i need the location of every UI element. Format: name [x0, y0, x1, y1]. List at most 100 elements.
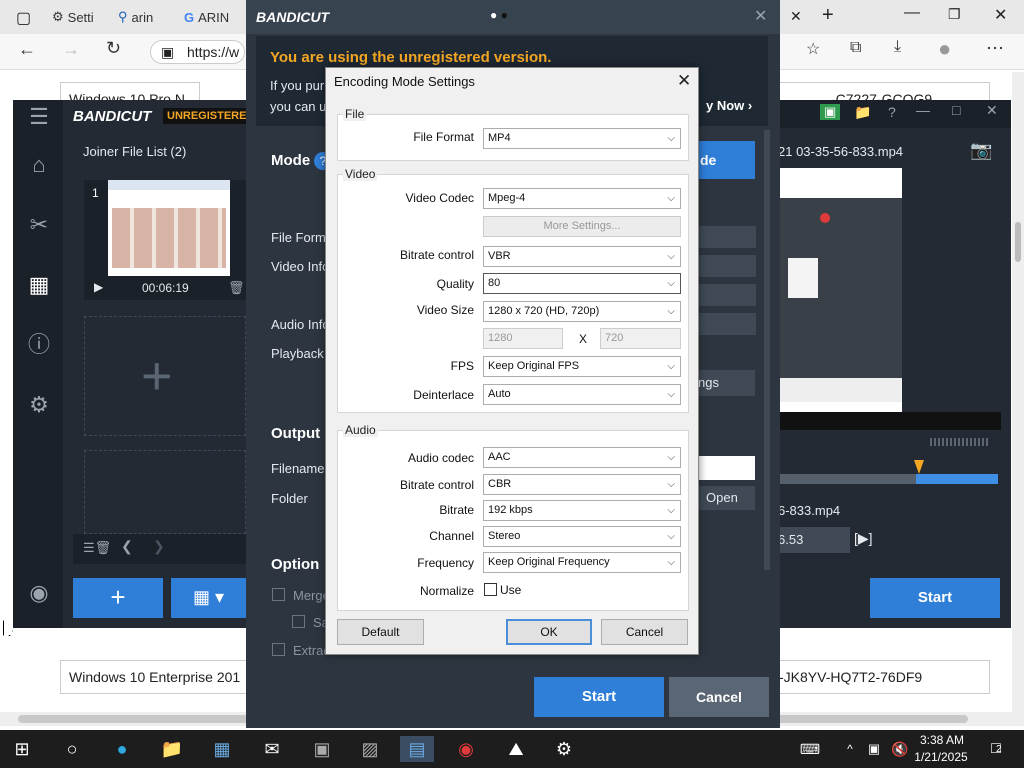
close-icon[interactable]: ✕ — [677, 71, 691, 91]
close-icon[interactable]: ✕ — [986, 102, 998, 119]
close-tab-icon[interactable]: ✕ — [790, 8, 802, 25]
time-field[interactable]: 6.53 — [770, 527, 850, 553]
app-icon[interactable]: ▣ — [308, 736, 336, 762]
ok-button[interactable]: OK — [506, 619, 592, 645]
channel-select[interactable]: Stereo ⌵ — [483, 526, 681, 547]
scrollbar[interactable] — [764, 130, 770, 570]
volume-bar[interactable] — [930, 438, 990, 446]
empty-slot — [84, 450, 246, 534]
start-menu-icon[interactable]: ⊞ — [8, 736, 36, 762]
quality-select[interactable]: 80 ⌵ — [483, 273, 681, 294]
lock-icon[interactable]: ▣ — [820, 104, 841, 120]
audio-codec-select[interactable]: AAC ⌵ — [483, 447, 681, 468]
keyboard-icon[interactable]: ⌨ — [796, 736, 824, 762]
audio-bitrate-control-select[interactable]: CBR ⌵ — [483, 474, 681, 495]
tab-settings[interactable]: ⚙ Setti — [52, 4, 94, 30]
clear-list-icon[interactable]: ☰🗑 — [83, 540, 111, 556]
preview-titlebar: ▣ 📁 ? — □ ✕ — [770, 100, 1011, 128]
trash-icon[interactable]: 🗑 — [228, 280, 245, 296]
favorites-icon[interactable]: ☆ — [806, 39, 820, 59]
fps-select[interactable]: Keep Original FPS ⌵ — [483, 356, 681, 377]
width-input[interactable]: 1280 — [483, 328, 563, 349]
store-icon[interactable]: ▦ — [208, 736, 236, 762]
page-row: Windows 10 Enterprise 201 — [60, 660, 250, 694]
cancel-button[interactable]: Cancel — [669, 677, 769, 717]
downloads-icon[interactable]: ⤓ — [894, 38, 901, 56]
clock-time[interactable]: 3:38 AM — [912, 733, 972, 747]
profile-icon[interactable]: ● — [938, 36, 951, 62]
new-tab-icon[interactable]: + — [822, 4, 834, 27]
menu-icon[interactable]: ☰ — [26, 104, 52, 130]
search-icon[interactable]: ○ — [58, 736, 86, 762]
bitrate-select[interactable]: 192 kbps ⌵ — [483, 500, 681, 521]
bitrate-label: Bitrate — [439, 503, 474, 517]
extract-checkbox[interactable] — [272, 643, 285, 656]
start-button[interactable]: Start — [870, 578, 1000, 618]
settings-icon[interactable]: ⚙ — [26, 392, 52, 418]
refresh-icon[interactable]: ↻ — [106, 38, 121, 59]
cancel-button[interactable]: Cancel — [601, 619, 688, 645]
video-preview — [780, 168, 902, 412]
frequency-select[interactable]: Keep Original Frequency ⌵ — [483, 552, 681, 573]
chevron-left-icon[interactable]: ❮ — [121, 538, 133, 555]
tab-search-2[interactable]: G ARIN — [184, 4, 229, 30]
file-explorer-icon[interactable]: 📁 — [158, 736, 186, 762]
vertical-scrollbar[interactable] — [1012, 72, 1024, 712]
help-icon[interactable]: ? — [888, 104, 896, 120]
more-settings-button[interactable]: More Settings... — [483, 216, 681, 237]
deinterlace-select[interactable]: Auto ⌵ — [483, 384, 681, 405]
minimize-icon[interactable]: — — [904, 4, 920, 22]
settings-gear-icon[interactable]: ⚙ — [550, 736, 578, 762]
address-bar[interactable]: ▣ https://w — [150, 40, 245, 64]
timeline[interactable] — [778, 460, 998, 484]
clip-item[interactable]: 1 ▶ 00:06:19 🗑 — [84, 180, 246, 300]
cut-icon[interactable]: ✂ — [26, 212, 52, 238]
restore-icon[interactable]: ❐ — [948, 6, 961, 23]
height-input[interactable]: 720 — [600, 328, 681, 349]
merge-checkbox[interactable] — [272, 588, 285, 601]
mail-icon[interactable]: ✉ — [258, 736, 286, 762]
play-to-icon[interactable]: [▶] — [854, 530, 873, 547]
app-icon-2[interactable]: ▨ — [356, 736, 384, 762]
folder-icon[interactable]: 📁 — [854, 104, 871, 121]
bandicut-taskbar-icon[interactable]: ▤ — [400, 736, 434, 762]
chevron-right-icon[interactable]: ❯ — [153, 538, 165, 555]
start-button[interactable]: Start — [534, 677, 664, 717]
tab-search-1[interactable]: ⚲ arin — [118, 4, 153, 30]
edge-icon[interactable]: ● — [108, 736, 136, 762]
bitrate-control-select[interactable]: VBR ⌵ — [483, 246, 681, 267]
network-icon[interactable]: ▣ — [860, 736, 888, 762]
add-clip-slot[interactable]: + — [84, 316, 246, 436]
info-icon[interactable]: ⓘ — [26, 332, 52, 358]
collections-icon[interactable]: ⧉ — [850, 39, 861, 57]
sa-checkbox[interactable] — [292, 615, 305, 628]
normalize-checkbox[interactable] — [484, 583, 497, 596]
play-icon[interactable]: ▶ — [94, 280, 103, 294]
home-icon[interactable]: ⌂ — [26, 152, 52, 178]
close-icon[interactable]: ✕ — [754, 6, 767, 26]
buy-now-link[interactable]: y Now › — [706, 98, 752, 113]
add-file-button[interactable]: + — [73, 578, 163, 618]
forward-icon[interactable]: → — [62, 39, 80, 60]
format-button[interactable]: ▦ ▾ — [171, 578, 246, 618]
timeline-marker-icon[interactable] — [914, 460, 924, 474]
clock-date[interactable]: 1/21/2025 — [908, 750, 974, 764]
video-codec-select[interactable]: Mpeg-4 ⌵ — [483, 188, 681, 209]
minimize-icon[interactable]: — — [916, 102, 930, 118]
chevron-down-icon: ⌵ — [667, 479, 675, 490]
join-icon[interactable]: ▦ — [26, 272, 52, 298]
photos-icon[interactable]: ⛰ — [502, 736, 530, 762]
close-window-icon[interactable]: ✕ — [994, 5, 1007, 25]
more-icon[interactable]: ⋯ — [986, 38, 1004, 59]
maximize-icon[interactable]: □ — [952, 102, 960, 118]
back-icon[interactable]: ← — [18, 39, 36, 60]
camera-icon[interactable]: 📷 — [970, 140, 992, 161]
default-button[interactable]: Default — [337, 619, 424, 645]
file-format-select[interactable]: MP4 ⌵ — [483, 128, 681, 149]
unregistered-message: You are using the unregistered version. — [270, 49, 552, 66]
record-icon[interactable]: ◉ — [26, 580, 52, 606]
clip-duration: 00:06:19 — [142, 281, 189, 295]
video-size-select[interactable]: 1280 x 720 (HD, 720p) ⌵ — [483, 301, 681, 322]
bandicam-icon[interactable]: ◉ — [452, 736, 480, 762]
tab-actions-icon[interactable]: ▢ — [16, 8, 31, 28]
